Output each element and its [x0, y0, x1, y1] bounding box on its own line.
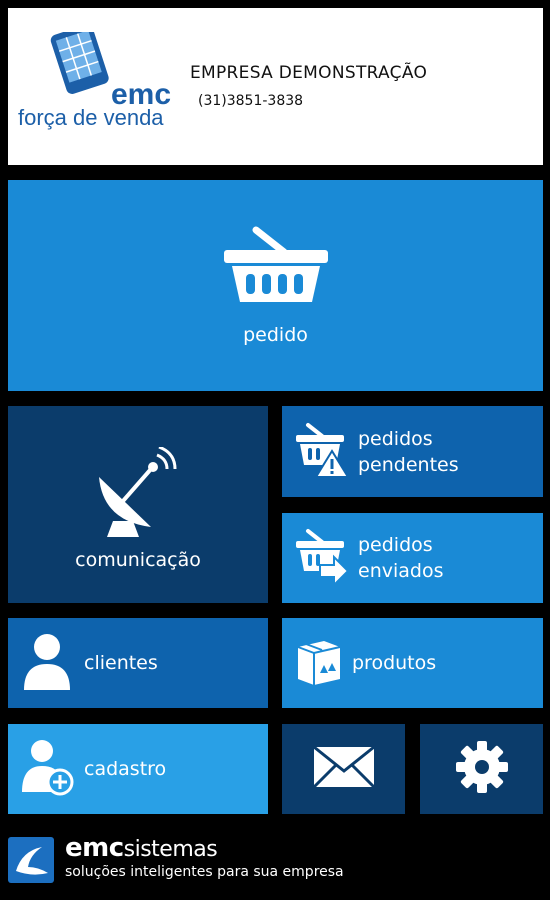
user-icon [22, 632, 72, 694]
company-name: EMPRESA DEMONSTRAÇÃO [190, 63, 428, 83]
tile-produtos[interactable]: produtos [282, 618, 543, 708]
tile-cadastro[interactable]: cadastro [8, 724, 268, 814]
tile-clientes[interactable]: clientes [8, 618, 268, 708]
tile-pedidos-pendentes[interactable]: pedidos pendentes [282, 406, 543, 497]
basket-warning-icon [294, 421, 350, 483]
tile-mensagens[interactable] [282, 724, 405, 814]
envelope-icon [312, 745, 376, 793]
tile-pedidos-pendentes-line2: pendentes [358, 453, 459, 476]
footer-brand: emcsistemas [65, 833, 218, 863]
footer-brand-light: sistemas [123, 837, 218, 862]
tile-pedidos-enviados-line1: pedidos [358, 534, 433, 556]
company-phone: (31)3851-3838 [198, 93, 304, 109]
gear-icon [455, 740, 509, 798]
tile-pedido-label: pedido [243, 323, 308, 346]
app-logo: emc força de venda [8, 24, 188, 132]
tile-pedidos-pendentes-line1: pedidos [358, 427, 433, 450]
tile-pedidos-enviados[interactable]: pedidos enviados [282, 513, 543, 603]
box-icon [294, 637, 344, 689]
user-add-icon [22, 738, 76, 800]
basket-send-icon [294, 527, 350, 589]
footer-tagline: soluções inteligentes para sua empresa [65, 864, 344, 880]
footer-logo-icon [8, 837, 54, 883]
tile-comunicacao[interactable]: comunicação [8, 406, 268, 603]
tile-clientes-label: clientes [84, 652, 158, 674]
tile-cadastro-label: cadastro [84, 758, 167, 780]
tile-configuracoes[interactable] [420, 724, 543, 814]
logo-product: força de venda [18, 105, 164, 130]
tile-pedido[interactable]: pedido [8, 180, 543, 391]
basket-icon [220, 226, 332, 310]
satellite-dish-icon [93, 445, 183, 543]
tile-comunicacao-label: comunicação [75, 548, 201, 571]
tile-pedidos-enviados-line2: enviados [358, 560, 444, 582]
footer-brand-bold: emc [65, 833, 124, 863]
tile-produtos-label: produtos [352, 652, 437, 674]
